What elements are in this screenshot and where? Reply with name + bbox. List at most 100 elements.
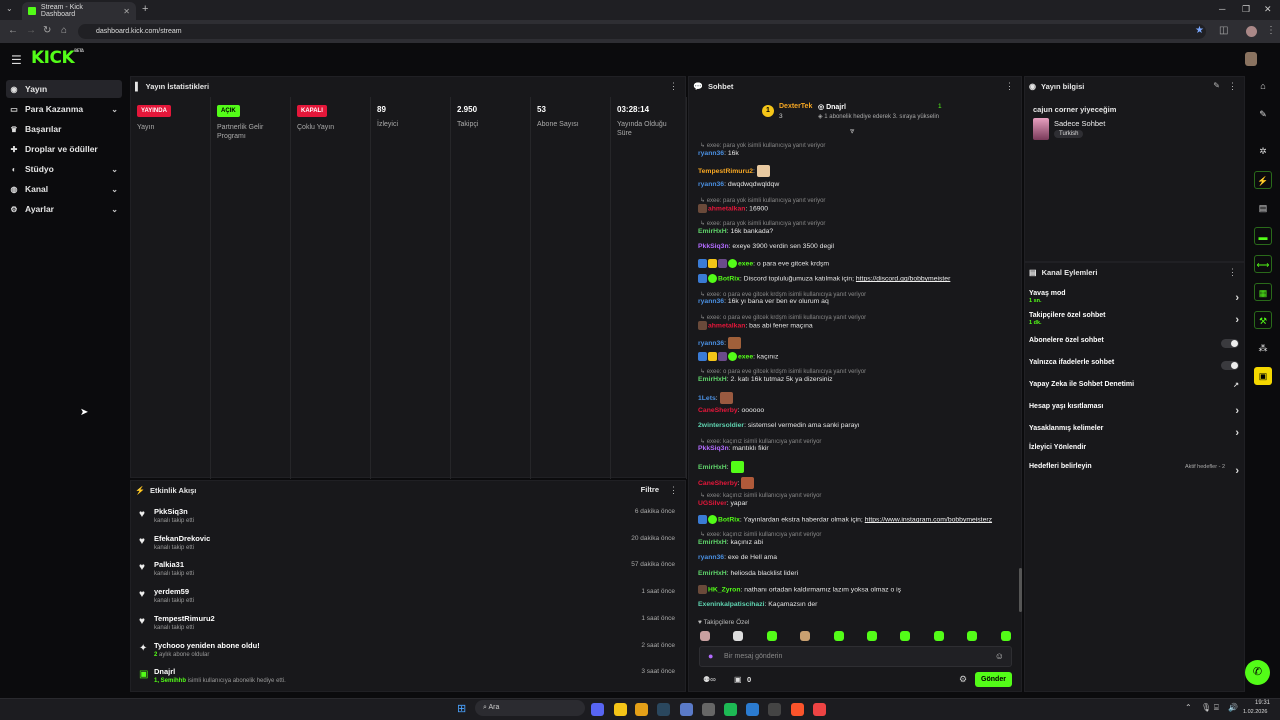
quick-emote-icon[interactable] xyxy=(1000,631,1011,641)
layout-icon[interactable]: ▦ xyxy=(1254,283,1272,301)
emoji-picker-icon[interactable]: ☺ xyxy=(995,651,1004,661)
chat-username[interactable]: EmirHxH xyxy=(698,539,727,546)
quick-emote-icon[interactable] xyxy=(933,631,944,641)
quick-emote-icon[interactable] xyxy=(833,631,844,641)
chat-username[interactable]: PkkSiq3n xyxy=(698,445,729,452)
reload-icon[interactable]: ↻ xyxy=(43,25,51,36)
spotify-icon[interactable] xyxy=(724,703,737,716)
chat-username[interactable]: EmirHxH xyxy=(698,570,727,577)
toggle-switch[interactable] xyxy=(1221,339,1239,348)
edit-icon[interactable]: ✎ xyxy=(1254,105,1272,123)
chevron-right-icon[interactable]: › xyxy=(1235,427,1239,439)
chat-username[interactable]: 1Lets xyxy=(698,395,716,402)
chat-username[interactable]: ryann36 xyxy=(698,150,724,157)
close-window-icon[interactable]: ✕ xyxy=(1264,4,1272,15)
home-icon[interactable]: ⌂ xyxy=(1254,77,1272,95)
microphone-icon[interactable]: ● xyxy=(708,651,713,661)
browser-menu-icon[interactable]: ⋮ xyxy=(1266,25,1276,36)
gift-points-icon[interactable]: ▣ xyxy=(734,675,742,684)
external-link-icon[interactable]: ↗ xyxy=(1233,381,1239,389)
chat-username[interactable]: ryann36 xyxy=(698,298,724,305)
support-chat-icon[interactable]: ✆ xyxy=(1245,660,1270,685)
channel-setting[interactable]: Hedefleri belirleyin Aktif hedefler - 2 › xyxy=(1029,463,1241,481)
link-icon[interactable]: ⟷ xyxy=(1254,255,1272,273)
chat-more-icon[interactable]: ⋮ xyxy=(1005,81,1014,92)
profile-avatar[interactable] xyxy=(1246,26,1257,37)
chat-link[interactable]: https://discord.gg/bobbymeister xyxy=(856,275,950,282)
vscode-icon[interactable] xyxy=(746,703,759,716)
quick-emote-icon[interactable] xyxy=(733,631,744,641)
mic-tray-icon[interactable]: 🎙 xyxy=(1201,703,1211,712)
extensions-icon[interactable]: ◫ xyxy=(1219,25,1228,36)
steam-icon[interactable] xyxy=(657,703,670,716)
chevron-right-icon[interactable]: › xyxy=(1235,314,1239,326)
quick-emote-icon[interactable] xyxy=(867,631,877,641)
channel-setting[interactable]: Yasaklanmış kelimeler › xyxy=(1029,425,1241,443)
app-icon[interactable] xyxy=(680,703,693,716)
settings-app-icon[interactable] xyxy=(702,703,715,716)
clapper-icon[interactable]: ▣ xyxy=(1254,367,1272,385)
quick-emote-icon[interactable] xyxy=(800,631,811,641)
chrome-icon[interactable] xyxy=(635,703,648,716)
hamburger-menu-icon[interactable]: ☰ xyxy=(11,53,22,67)
chevron-right-icon[interactable]: › xyxy=(1235,405,1239,417)
pinned-top-gifter[interactable]: DexterTek xyxy=(779,103,812,110)
filter-button[interactable]: Filtre xyxy=(641,485,659,494)
chat-username[interactable]: HK_Zyron xyxy=(708,586,740,593)
tray-chevron-icon[interactable]: ⌃ xyxy=(1185,703,1192,712)
channel-setting[interactable]: Hesap yaşı kısıtlaması › xyxy=(1029,403,1241,421)
edit-pencil-icon[interactable]: ✎ xyxy=(1213,81,1220,90)
forward-icon[interactable]: → xyxy=(26,25,36,36)
chat-username[interactable]: BotRix xyxy=(718,275,740,282)
windows-start-icon[interactable]: ⊞ xyxy=(457,702,466,715)
brave-icon[interactable] xyxy=(791,703,804,716)
sidebar-item-3[interactable]: ✚ Droplar ve ödüller xyxy=(6,140,122,158)
sidebar-item-0[interactable]: ◉ Yayın xyxy=(6,80,122,98)
channel-setting[interactable]: Abonelere özel sohbet xyxy=(1029,337,1241,355)
back-icon[interactable]: ← xyxy=(8,25,18,36)
clock-date[interactable]: 1.02.2026 xyxy=(1243,709,1267,715)
chat-username[interactable]: TempestRimuru2 xyxy=(698,168,753,175)
chat-users-icon[interactable]: ⚉∞ xyxy=(703,675,716,684)
chat-username[interactable]: 2wintersoldier xyxy=(698,422,744,429)
pinned-second-gifter[interactable]: ◎ Dnajrl xyxy=(818,103,846,111)
sidebar-item-1[interactable]: ▭ Para Kazanma ⌄ xyxy=(6,100,122,118)
chat-icon[interactable]: ▬ xyxy=(1254,227,1272,245)
activity-event[interactable]: ♥ PkkSiq3n kanalı takip etti 6 dakika önce xyxy=(137,503,677,529)
clock-time[interactable]: 19:31 xyxy=(1245,700,1270,706)
activity-event[interactable]: ♥ Palkia31 kanalı takip etti 57 dakika önce xyxy=(137,556,677,582)
url-field[interactable]: dashboard.kick.com/stream xyxy=(78,24,1206,39)
stream-category[interactable]: Sadece Sohbet xyxy=(1054,119,1105,128)
chat-username[interactable]: ryann36 xyxy=(698,340,724,347)
chat-username[interactable]: ryann36 xyxy=(698,181,724,188)
activity-event[interactable]: ▣ Dnajrl 1, Semihhb isimli kullanıcıya abo… xyxy=(137,663,677,689)
activity-event[interactable]: ♥ TempestRimuru2 kanalı takip etti 1 saat ö… xyxy=(137,610,677,636)
home-icon[interactable]: ⌂ xyxy=(61,25,67,36)
channel-setting[interactable]: Takipçilere özel sohbet 1 dk. › xyxy=(1029,312,1241,330)
taskbar-search[interactable]: ⌕ Ara xyxy=(475,700,585,716)
language-tag[interactable]: Turkish xyxy=(1054,130,1084,138)
browser-tab[interactable]: Stream - Kick Dashboard ✕ xyxy=(22,2,136,20)
activity-event[interactable]: ♥ EfekanDrekovic kanalı takip etti 20 dakik… xyxy=(137,530,677,556)
lightning-icon[interactable]: ⚡ xyxy=(1254,171,1272,189)
bookmark-star-icon[interactable]: ★ xyxy=(1195,25,1204,36)
chat-username[interactable]: ryann36 xyxy=(698,554,724,561)
sidebar-item-5[interactable]: ◍ Kanal ⌄ xyxy=(6,180,122,198)
chat-link[interactable]: https://www.instagram.com/bobbymeisterz xyxy=(865,516,992,523)
stats-more-icon[interactable]: ⋮ xyxy=(669,81,678,92)
user-avatar[interactable] xyxy=(1245,52,1257,66)
sidebar-item-6[interactable]: ⚙ Ayarlar ⌄ xyxy=(6,200,122,218)
close-tab-icon[interactable]: ✕ xyxy=(123,7,130,16)
chat-username[interactable]: CaneSherby xyxy=(698,480,738,487)
quick-emote-icon[interactable] xyxy=(700,631,710,641)
quick-emote-icon[interactable] xyxy=(766,631,777,641)
chat-username[interactable]: EmirHxH xyxy=(698,228,727,235)
channel-setting[interactable]: Yavaş mod 1 sn. › xyxy=(1029,290,1241,308)
send-button[interactable]: Gönder xyxy=(975,672,1012,687)
discord-icon[interactable] xyxy=(591,703,604,716)
chat-username[interactable]: EmirHxH xyxy=(698,376,727,383)
channel-setting[interactable]: İzleyici Yönlendir xyxy=(1029,444,1241,462)
channel-setting[interactable]: Yalnızca ifadelerle sohbet xyxy=(1029,359,1241,377)
chat-username[interactable]: ahmetalkan xyxy=(708,205,745,212)
network-icon[interactable]: ⌸ xyxy=(1214,703,1219,713)
